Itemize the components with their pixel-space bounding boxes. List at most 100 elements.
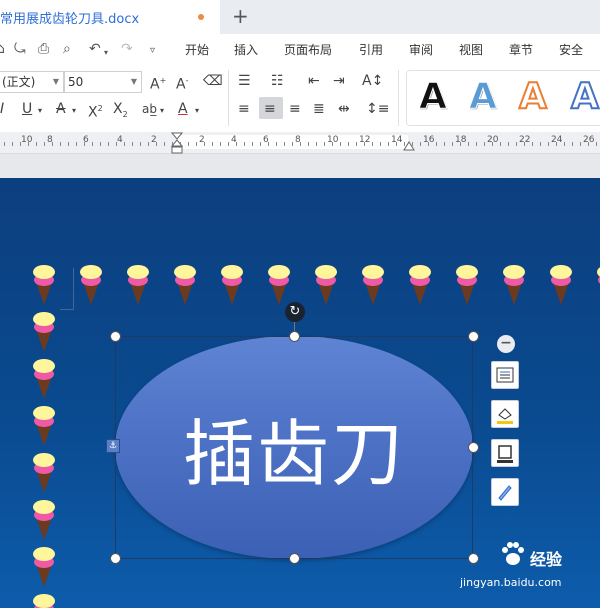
ruler-number: 4 (117, 135, 123, 145)
tab-bar: 常用展成齿轮刀具.docx + (0, 0, 600, 34)
ruler-tick (460, 142, 461, 146)
resize-handle-top-left[interactable] (110, 331, 121, 342)
menu-page-layout[interactable]: 页面布局 (284, 41, 332, 58)
menu-review[interactable]: 审阅 (409, 41, 433, 58)
customize-toolbar-icon[interactable]: ▿ (150, 43, 155, 59)
font-name-select[interactable]: (正文) ▼ (0, 71, 64, 93)
text-effect-orange-outline[interactable]: A (518, 76, 548, 118)
menu-insert[interactable]: 插入 (234, 41, 258, 58)
underline-icon[interactable]: U (22, 100, 32, 118)
superscript-icon[interactable]: X2 (88, 100, 103, 122)
text-highlight-icon[interactable]: ab̲ (142, 100, 157, 118)
new-tab-button[interactable]: + (232, 3, 249, 29)
ruler-tick (372, 142, 373, 146)
distribute-icon[interactable]: ⇹ (338, 100, 350, 118)
right-indent-marker-icon[interactable] (403, 140, 415, 152)
ruler-tick (140, 142, 141, 146)
ruler-tick (492, 142, 493, 146)
undo-icon[interactable]: ↶ (89, 41, 101, 57)
ruler-tick (84, 142, 85, 146)
ruler-tick (60, 142, 61, 146)
chevron-down-icon[interactable]: ▾ (160, 102, 164, 120)
justify-icon[interactable]: ≣ (313, 100, 325, 118)
layout-options-button[interactable] (491, 361, 519, 389)
document-tab[interactable]: 常用展成齿轮刀具.docx (0, 0, 220, 34)
align-left-icon[interactable]: ≡ (238, 100, 250, 118)
ruler-tick (428, 142, 429, 146)
numbering-icon[interactable]: ☷ (271, 72, 284, 90)
print-icon[interactable]: ⎙ (38, 41, 49, 57)
ruler-tick (540, 142, 541, 146)
menu-chapter[interactable]: 章节 (509, 41, 533, 58)
line-spacing-icon[interactable]: ↕≡ (366, 100, 389, 118)
font-size-select[interactable]: 50 ▼ (64, 71, 142, 93)
ruler-tick (476, 142, 477, 146)
home-icon[interactable]: ⌂ (0, 41, 5, 57)
ruler-tick (364, 142, 365, 146)
ruler-tick (4, 142, 5, 146)
ice-cream-cone-icon (33, 547, 55, 587)
ice-cream-cone-icon (33, 265, 55, 305)
ruler-tick (444, 142, 445, 146)
shape-outline-icon (497, 445, 513, 463)
rotate-handle-icon[interactable]: ↻ (285, 302, 305, 322)
redo-icon[interactable]: ↷ (121, 41, 133, 57)
ruler-tick (388, 142, 389, 146)
fill-button[interactable] (491, 400, 519, 428)
ice-cream-cone-icon (33, 453, 55, 493)
horizontal-ruler[interactable]: 108642246810121416182022242628 (0, 132, 600, 154)
document-tab-title[interactable]: 常用展成齿轮刀具.docx (0, 8, 139, 27)
ruler-tick (468, 142, 469, 146)
print-preview-icon[interactable]: ⌕ (63, 41, 71, 57)
bullets-icon[interactable]: ☰ (238, 72, 251, 90)
text-direction-icon[interactable]: A↕ (362, 72, 383, 90)
shrink-font-icon[interactable]: A- (176, 72, 188, 94)
chevron-down-icon[interactable]: ▾ (72, 102, 76, 120)
resize-handle-bottom[interactable] (289, 553, 300, 564)
ruler-tick (260, 142, 261, 146)
clear-format-icon[interactable]: ⌫ (203, 72, 223, 90)
text-effect-blue-outline[interactable]: A (570, 76, 600, 118)
resize-handle-top[interactable] (289, 331, 300, 342)
increase-indent-icon[interactable]: ⇥ (333, 72, 345, 90)
menu-view[interactable]: 视图 (459, 41, 483, 58)
ruler-tick (484, 142, 485, 146)
ice-cream-cone-icon (33, 594, 55, 608)
decrease-indent-icon[interactable]: ⇤ (308, 72, 320, 90)
indent-marker-icon[interactable] (171, 132, 183, 154)
format-painter-icon[interactable]: ⤿ (14, 41, 26, 57)
align-right-icon[interactable]: ≡ (289, 100, 301, 118)
menu-security[interactable]: 安全 (559, 41, 583, 58)
collapse-toolbar-icon[interactable]: − (497, 335, 515, 353)
resize-handle-bottom-left[interactable] (110, 553, 121, 564)
ice-cream-cone-icon (456, 265, 478, 305)
ruler-tick (524, 142, 525, 146)
resize-handle-right[interactable] (468, 442, 479, 453)
watermark-url: jingyan.baidu.com (460, 576, 562, 589)
text-effect-black[interactable]: A (419, 76, 448, 117)
text-effect-blue[interactable]: A (469, 76, 498, 117)
ruler-tick (20, 142, 21, 146)
italic-icon[interactable]: I (0, 100, 4, 118)
grow-font-icon[interactable]: A+ (150, 72, 166, 94)
resize-handle-top-right[interactable] (468, 331, 479, 342)
ice-cream-cone-icon (315, 265, 337, 305)
subscript-icon[interactable]: X2 (113, 100, 128, 124)
strikethrough-icon[interactable]: A (56, 100, 66, 118)
anchor-icon[interactable]: ⚓ (106, 439, 120, 453)
format-shape-button[interactable] (491, 478, 519, 506)
outline-button[interactable] (491, 439, 519, 467)
chevron-down-icon[interactable]: ▾ (38, 102, 42, 120)
menu-references[interactable]: 引用 (359, 41, 383, 58)
menu-home[interactable]: 开始 (185, 41, 209, 58)
undo-dropdown-icon[interactable]: ▾ (104, 45, 108, 61)
chevron-down-icon[interactable]: ▾ (195, 102, 199, 120)
font-color-icon[interactable]: A (178, 100, 188, 118)
ruler-tick (300, 142, 301, 146)
ruler-tick (508, 142, 509, 146)
ruler-tick (28, 142, 29, 146)
ruler-tick (396, 142, 397, 146)
margin-corner-mark (73, 268, 74, 310)
ruler-tick (228, 142, 229, 146)
align-center-icon[interactable]: ≡ (264, 100, 276, 118)
